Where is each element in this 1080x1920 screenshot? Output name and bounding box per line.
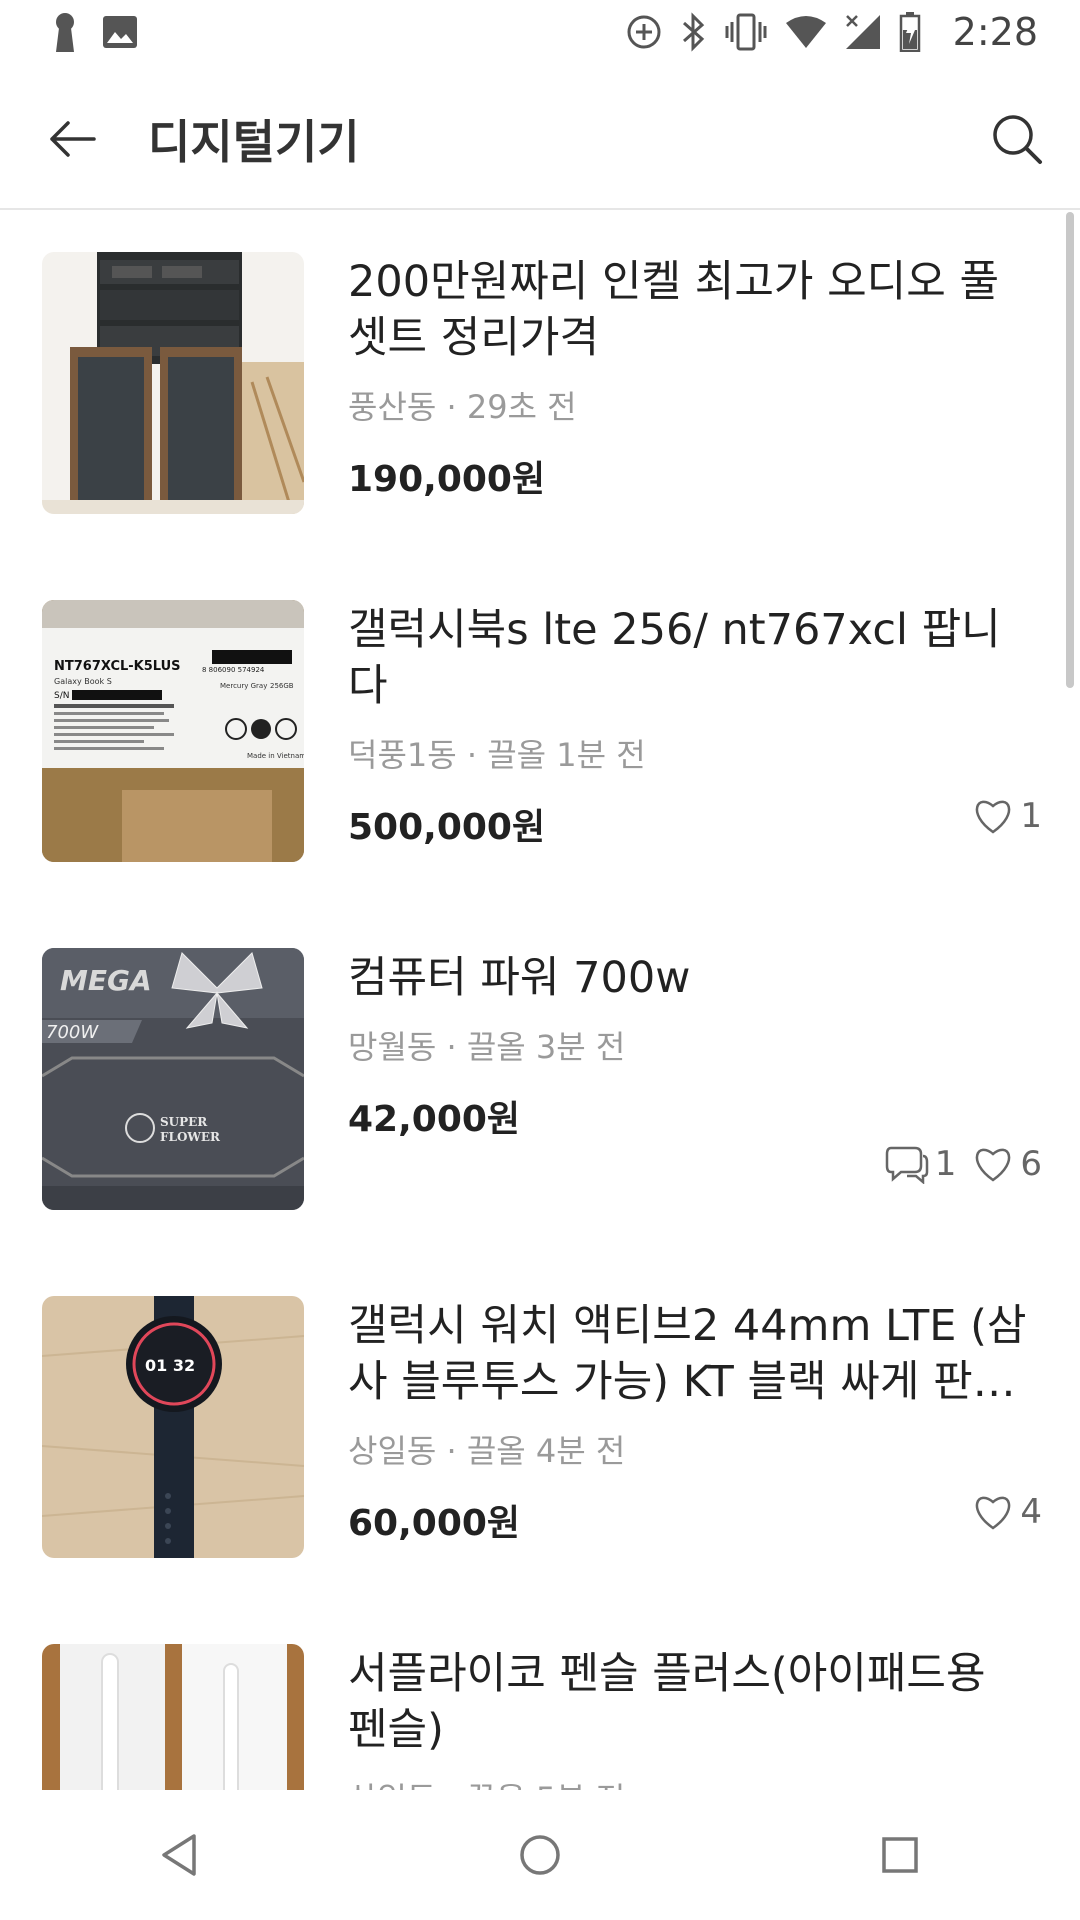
home-circle-icon — [520, 1835, 560, 1875]
item-thumbnail: NT767XCL-K5LUS Galaxy Book S S/N 8 80609… — [42, 600, 304, 862]
bluetooth-icon — [681, 12, 707, 52]
box-label-capacity: 256GB — [270, 682, 294, 690]
item-price: 42,000원 — [348, 1099, 521, 1140]
heart-icon — [976, 1496, 1011, 1530]
watch-face-time: 01 32 — [145, 1356, 195, 1375]
box-label-color: Mercury Gray — [220, 682, 267, 690]
list-item[interactable]: 01 32 갤럭시 워치 액티브2 44mm LTE (삼사 블루투스 가능) … — [0, 1254, 1080, 1602]
item-counts: 1 — [972, 796, 1042, 836]
nav-home-button[interactable] — [495, 1810, 585, 1900]
recents-square-icon — [882, 1837, 918, 1873]
data-saver-icon — [625, 13, 663, 51]
box-label-made-in: Made in Vietnam — [247, 752, 304, 760]
like-count: 4 — [972, 1492, 1042, 1532]
item-counts: 4 — [972, 1492, 1042, 1532]
battery-icon — [899, 12, 921, 52]
like-count-value: 1 — [1020, 796, 1042, 836]
status-time: 2:28 — [952, 10, 1038, 54]
keyhole-icon — [52, 12, 78, 52]
status-bar-left — [52, 12, 138, 52]
like-count: 1 — [972, 796, 1042, 836]
heart-icon — [976, 1148, 1011, 1182]
box-brand-text: MEGA — [60, 964, 152, 997]
like-count: 6 — [972, 1144, 1042, 1184]
box-label-sn: S/N — [54, 691, 69, 701]
back-button[interactable] — [38, 104, 108, 174]
like-count-value: 4 — [1020, 1492, 1042, 1532]
scrollbar[interactable] — [1066, 212, 1074, 688]
item-meta: 덕풍1동 · 끌올 1분 전 — [348, 736, 646, 774]
item-info: 갤럭시북s lte 256/ nt767xcl 팝니다 덕풍1동 · 끌올 1분… — [348, 602, 1038, 850]
box-maker-line2: FLOWER — [160, 1130, 221, 1144]
item-title[interactable]: 서플라이코 펜슬 플러스(아이패드용 펜슬) — [348, 1646, 1038, 1758]
nav-recents-button[interactable] — [855, 1810, 945, 1900]
item-title[interactable]: 갤럭시 워치 액티브2 44mm LTE (삼사 블루투스 가능) KT 블랙 … — [348, 1298, 1038, 1410]
item-meta: 풍산동 · 29초 전 — [348, 388, 577, 426]
image-icon — [102, 15, 138, 49]
item-price: 60,000원 — [348, 1503, 521, 1544]
item-thumbnail: MEGA 700W SUPER FLOWER — [42, 948, 304, 1210]
item-title[interactable]: 200만원짜리 인켈 최고가 오디오 풀셋트 정리가격 — [348, 254, 1038, 366]
item-counts: 1 6 — [885, 1144, 1042, 1184]
search-button[interactable] — [982, 104, 1052, 174]
status-bar-right: 2:28 — [625, 10, 1038, 54]
list-item[interactable]: NT767XCL-K5LUS Galaxy Book S S/N 8 80609… — [0, 558, 1080, 906]
item-price: 500,000원 — [348, 807, 546, 848]
like-count-value: 6 — [1020, 1144, 1042, 1184]
comment-count-value: 1 — [934, 1144, 957, 1184]
product-list[interactable]: 200만원짜리 인켈 최고가 오디오 풀셋트 정리가격 풍산동 · 29초 전 … — [0, 210, 1080, 1790]
signal-icon — [845, 14, 881, 50]
status-bar: 2:28 — [0, 0, 1080, 64]
nav-back-button[interactable] — [135, 1810, 225, 1900]
vibrate-icon — [725, 12, 767, 52]
search-icon — [993, 115, 1042, 164]
chat-bubble-icon — [885, 1146, 928, 1184]
list-item[interactable]: 200만원짜리 인켈 최고가 오디오 풀셋트 정리가격 풍산동 · 29초 전 … — [0, 210, 1080, 558]
item-title[interactable]: 컴퓨터 파워 700w — [348, 950, 1038, 1006]
wifi-icon — [785, 15, 827, 49]
comment-count: 1 — [885, 1144, 957, 1184]
item-info: 갤럭시 워치 액티브2 44mm LTE (삼사 블루투스 가능) KT 블랙 … — [348, 1298, 1038, 1546]
item-title[interactable]: 갤럭시북s lte 256/ nt767xcl 팝니다 — [348, 602, 1038, 714]
box-label-model: NT767XCL-K5LUS — [54, 659, 181, 674]
list-item[interactable]: 서플라이코 펜슬 플러스(아이패드용 펜슬) 상일동 · 끌올 5분 전 — [0, 1602, 1080, 1790]
app-bar: 디지털기기 — [0, 64, 1080, 210]
item-meta: 상일동 · 끌올 5분 전 — [348, 1774, 1038, 1790]
list-item[interactable]: MEGA 700W SUPER FLOWER 컴퓨터 파워 700w 망월동 ·… — [0, 906, 1080, 1254]
navigation-bar — [0, 1790, 1080, 1920]
item-info: 서플라이코 펜슬 플러스(아이패드용 펜슬) 상일동 · 끌올 5분 전 — [348, 1646, 1038, 1790]
box-label-product: Galaxy Book S — [54, 677, 112, 686]
item-meta: 망월동 · 끌올 3분 전 — [348, 1028, 626, 1066]
item-thumbnail — [42, 252, 304, 514]
item-info: 컴퓨터 파워 700w 망월동 · 끌올 3분 전 42,000원 — [348, 950, 1038, 1142]
page-title: 디지털기기 — [148, 115, 360, 169]
box-barcode-number: 8 806090 574924 — [202, 666, 265, 674]
item-info: 200만원짜리 인켈 최고가 오디오 풀셋트 정리가격 풍산동 · 29초 전 … — [348, 254, 1038, 502]
box-wattage-text: 700W — [46, 1022, 99, 1043]
item-thumbnail: 01 32 — [42, 1296, 304, 1558]
box-maker-line1: SUPER — [160, 1115, 208, 1129]
back-triangle-icon — [162, 1834, 196, 1876]
item-thumbnail — [42, 1644, 304, 1790]
arrow-left-icon — [50, 121, 96, 157]
heart-icon — [976, 800, 1011, 834]
item-price: 190,000원 — [348, 459, 546, 500]
item-meta: 상일동 · 끌올 4분 전 — [348, 1432, 626, 1470]
